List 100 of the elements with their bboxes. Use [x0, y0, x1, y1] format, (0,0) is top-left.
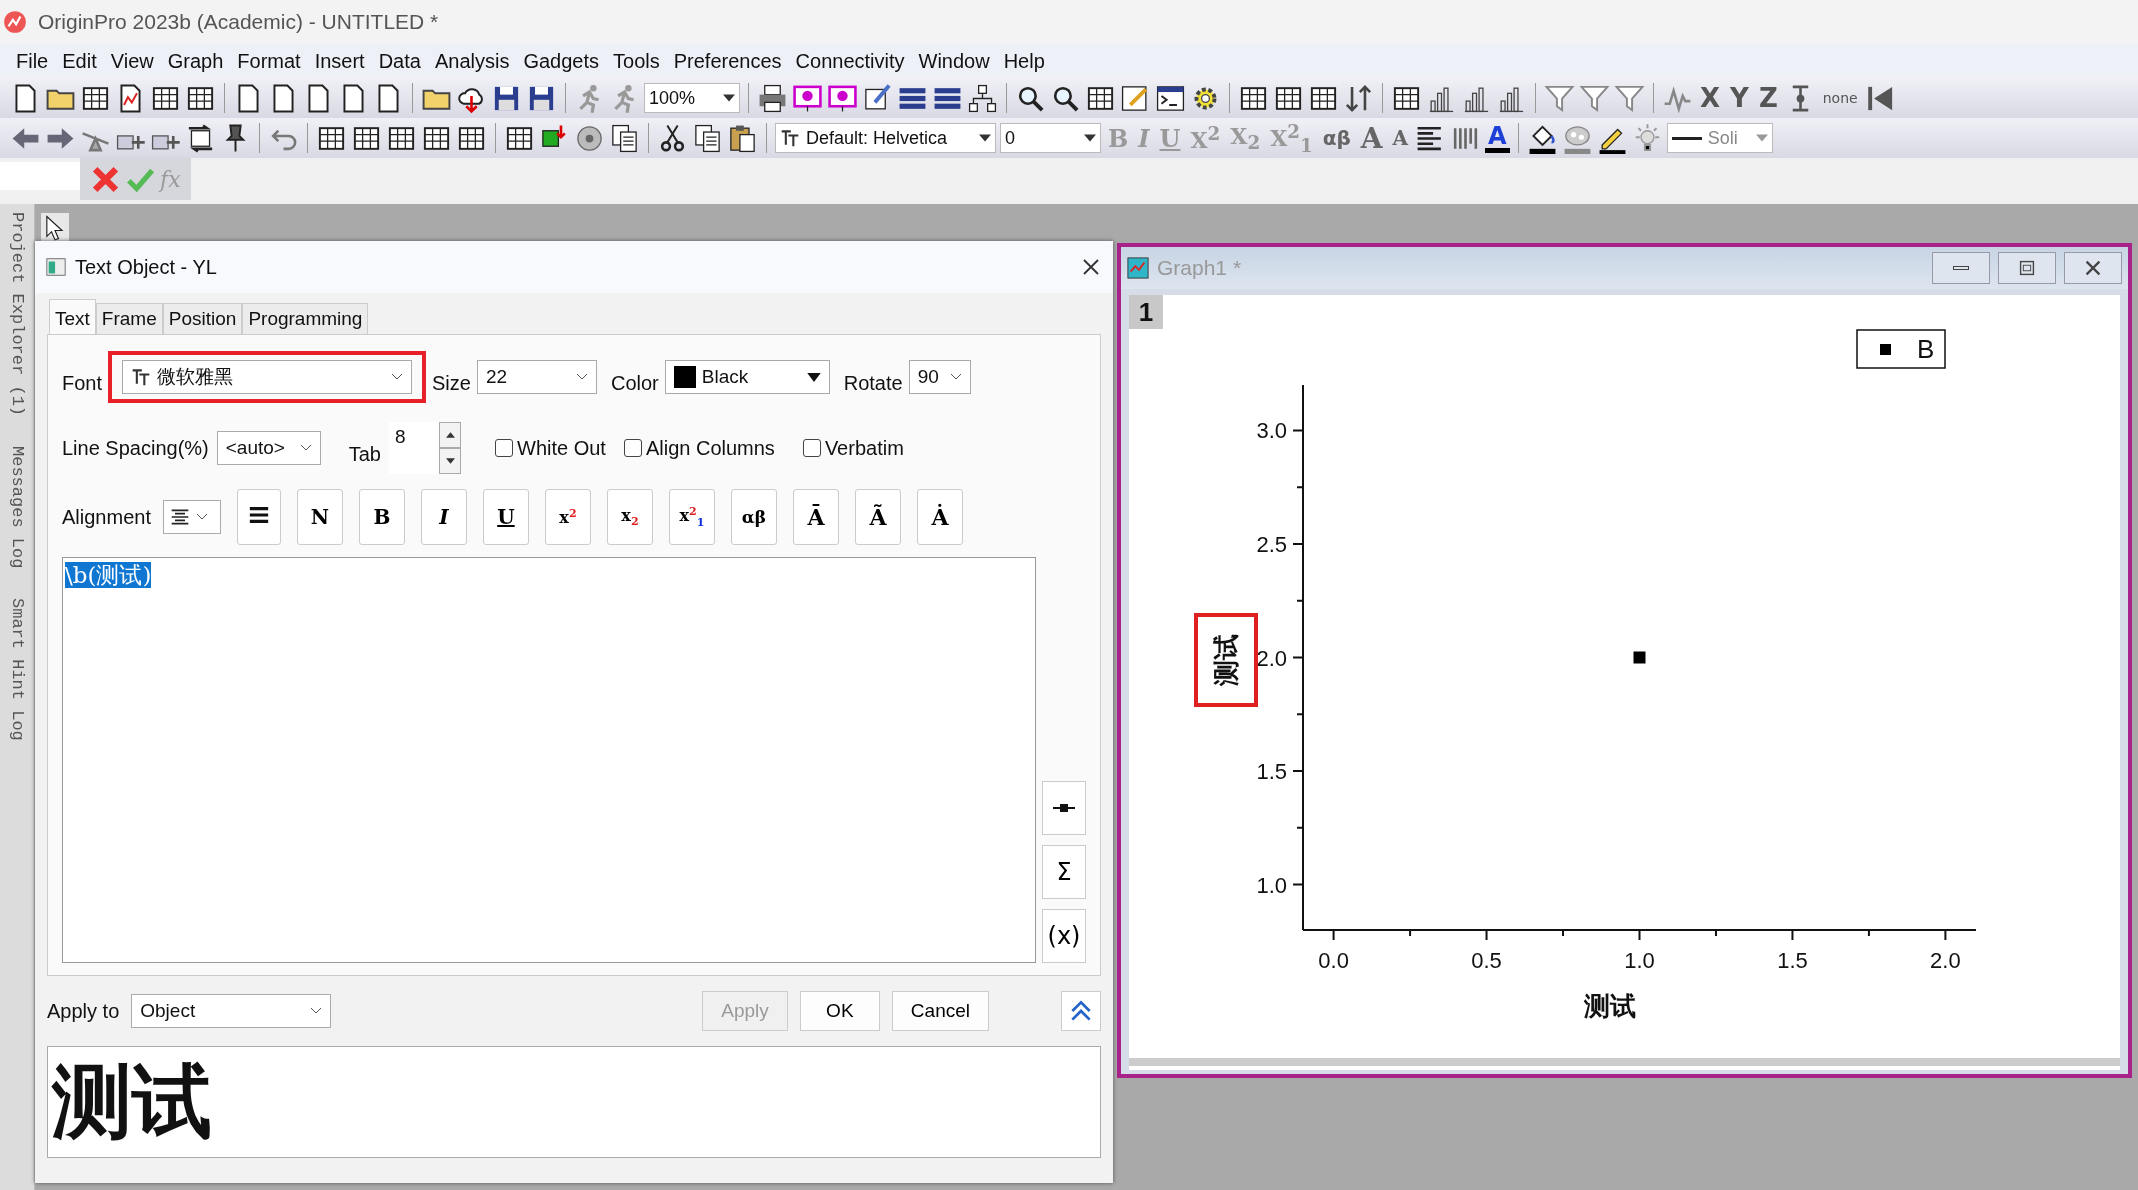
caret-icon — [723, 94, 735, 102]
color-dropdown[interactable]: Black — [664, 360, 830, 394]
format-button[interactable]: x$^{2}$ — [544, 489, 591, 545]
caret-icon — [806, 372, 821, 382]
menu-item[interactable]: Preferences — [673, 49, 782, 73]
menu-item[interactable]: Gadgets — [523, 49, 599, 73]
format-button[interactable]: U — [482, 489, 529, 545]
menu-item[interactable]: Data — [378, 49, 421, 73]
font-dropdown[interactable]: Default: Helvetica — [775, 123, 996, 153]
selected-text: \b(测试) — [65, 562, 152, 588]
menu-item[interactable]: Format — [237, 49, 301, 73]
insert-line-button[interactable] — [1042, 781, 1086, 835]
tick-label: 2.0 — [1256, 645, 1287, 671]
tab[interactable]: Text — [49, 299, 96, 334]
tick-label: 0.5 — [1471, 948, 1502, 973]
format-button[interactable]: x$_{2}$ — [606, 489, 653, 545]
side-panel-tab[interactable]: Smart Hint Log — [7, 598, 27, 742]
none-button[interactable]: none — [1819, 90, 1861, 106]
font-color-button[interactable]: A — [1485, 123, 1510, 153]
dialog-button[interactable]: Cancel — [891, 991, 989, 1031]
text-style-button[interactable]: αβ — [1319, 126, 1354, 150]
close-button[interactable] — [2064, 252, 2122, 284]
chevron-down-icon — [949, 373, 962, 381]
spin-up-button[interactable] — [439, 422, 461, 448]
field-label: Apply to — [47, 999, 120, 1023]
down-arrow-icon — [445, 458, 455, 464]
checkbox[interactable] — [495, 439, 513, 457]
insert-symbol-button[interactable]: Σ — [1042, 845, 1086, 899]
menu-item[interactable]: Insert — [314, 49, 365, 73]
chevron-down-icon — [391, 373, 404, 381]
menu-item[interactable]: Tools — [613, 49, 660, 73]
zoom-dropdown[interactable]: 100% — [644, 83, 740, 113]
side-panel-tab[interactable]: Messages Log — [7, 446, 27, 569]
format-button[interactable]: B — [358, 489, 405, 545]
menu-item[interactable]: Edit — [62, 49, 97, 73]
font-size-dropdown[interactable]: 0 — [1000, 123, 1101, 153]
axis-button[interactable]: Y — [1727, 83, 1752, 113]
copy-icon[interactable] — [609, 122, 640, 154]
checkbox-label: Align Columns — [645, 436, 775, 460]
axis-button[interactable]: Z — [1755, 83, 1781, 113]
menu-item[interactable]: Analysis — [434, 49, 510, 73]
menu-item[interactable]: Help — [1003, 49, 1045, 73]
format-button[interactable]: N — [296, 489, 343, 545]
spin-down-button[interactable] — [439, 448, 461, 474]
align-center-icon — [169, 508, 190, 526]
checkbox[interactable] — [802, 439, 821, 457]
printer-icon[interactable] — [757, 82, 788, 114]
line-spacing-dropdown[interactable]: <auto> — [216, 431, 321, 465]
copy-icon[interactable] — [692, 122, 723, 154]
format-button[interactable]: I — [420, 489, 467, 545]
tree-icon[interactable] — [967, 82, 998, 114]
legend-marker-icon — [1880, 344, 1891, 355]
alignment-dropdown[interactable] — [162, 500, 221, 534]
menu-item[interactable]: File — [16, 49, 49, 73]
format-button[interactable]: αβ — [730, 489, 777, 545]
tab-field[interactable]: 8 — [389, 422, 439, 474]
dialog-button[interactable]: OK — [799, 991, 880, 1031]
layer-indicator[interactable]: 1 — [1129, 295, 1163, 329]
collapse-button[interactable] — [1061, 991, 1101, 1031]
text-style-button[interactable]: A — [1389, 126, 1412, 150]
chevron-down-icon — [299, 444, 312, 452]
axis-button[interactable]: X — [1697, 83, 1724, 113]
tab[interactable]: Position — [162, 303, 243, 334]
apply-to-dropdown[interactable]: Object — [131, 994, 332, 1028]
field-label: Alignment — [62, 505, 151, 529]
tab[interactable]: Programming — [242, 303, 369, 334]
scrollbar[interactable] — [1129, 1058, 2120, 1066]
tab[interactable]: Frame — [95, 303, 163, 334]
text-style-button[interactable]: A — [1357, 121, 1386, 155]
format-button[interactable]: Ã — [854, 489, 901, 545]
x-axis-title: 测试 — [1583, 991, 1636, 1021]
tick-label: 1.0 — [1624, 948, 1655, 973]
rotate-dropdown[interactable]: 90 — [908, 360, 971, 394]
restore-button[interactable] — [1998, 252, 2056, 284]
line-format-button[interactable] — [236, 489, 281, 545]
menu-item[interactable]: Connectivity — [795, 49, 905, 73]
caret-icon — [1084, 134, 1096, 142]
checkbox[interactable] — [623, 439, 642, 457]
text-editor[interactable]: \b(测试) — [62, 557, 1036, 963]
side-panel-tab[interactable]: Project Explorer (1) — [7, 212, 27, 417]
lines-icon — [247, 504, 270, 525]
size-dropdown[interactable]: 22 — [476, 360, 597, 394]
font-dropdown[interactable]: 微软雅黑 — [122, 360, 413, 394]
line-style-dropdown[interactable]: Soli — [1666, 123, 1773, 153]
format-button[interactable]: Ā — [792, 489, 839, 545]
field-label: Font — [62, 371, 103, 395]
field-label: Color — [610, 371, 659, 395]
font-icon — [131, 367, 152, 387]
menu-item[interactable]: View — [110, 49, 154, 73]
tick-label: 2.0 — [1930, 948, 1961, 973]
tick-label: 2.5 — [1256, 531, 1287, 557]
menu-item[interactable]: Window — [918, 49, 990, 73]
tick-label: 1.5 — [1256, 759, 1287, 785]
field-label: Line Spacing(%) — [62, 436, 209, 460]
menu-item[interactable]: Graph — [167, 49, 224, 73]
name-field[interactable] — [0, 162, 80, 190]
format-button[interactable]: Ȧ — [916, 489, 963, 545]
insert-symbol-button[interactable]: (x) — [1042, 909, 1086, 963]
pointer-icon[interactable] — [41, 213, 69, 241]
field-label: Tab — [348, 442, 381, 466]
